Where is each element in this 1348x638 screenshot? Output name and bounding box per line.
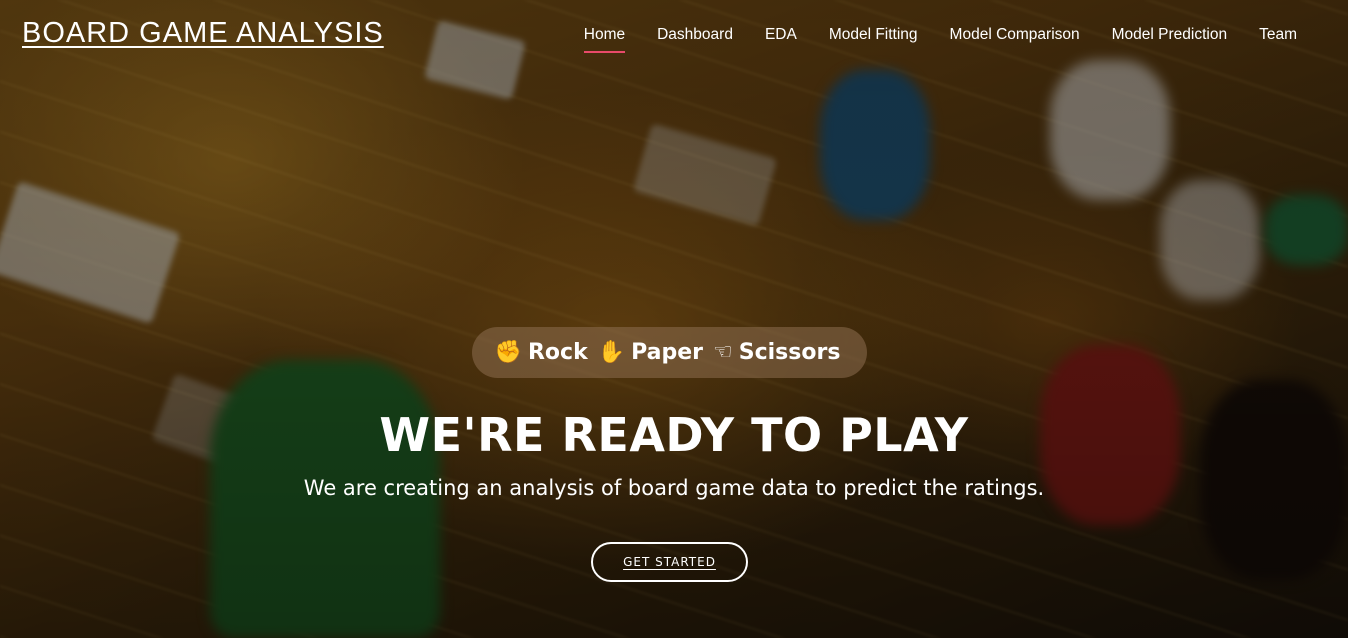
nav-item-model-fitting[interactable]: Model Fitting [813,26,934,44]
nav-item-dashboard[interactable]: Dashboard [641,26,749,44]
badge-label-rock: Rock [527,340,588,365]
top-navbar: BOARD GAME ANALYSIS Home Dashboard EDA M… [0,0,1348,70]
nav-item-team[interactable]: Team [1243,26,1313,44]
main-nav: Home Dashboard EDA Model Fitting Model C… [568,26,1313,53]
get-started-button[interactable]: GET STARTED [591,542,748,582]
rock-paper-scissors-badge: ✊ Rock ✋ Paper ☜ Scissors [472,327,867,378]
badge-label-scissors: Scissors [738,340,841,365]
badge-label-paper: Paper [631,340,704,365]
pointing-hand-icon: ☜ [713,340,733,365]
nav-item-model-prediction[interactable]: Model Prediction [1096,26,1243,44]
site-brand-link[interactable]: BOARD GAME ANALYSIS [22,17,384,50]
nav-item-model-comparison[interactable]: Model Comparison [934,26,1096,44]
nav-item-home[interactable]: Home [568,26,641,53]
raised-hand-icon: ✋ [597,340,626,365]
hero-section: BOARD GAME ANALYSIS Home Dashboard EDA M… [0,0,1348,638]
nav-item-eda[interactable]: EDA [749,26,813,44]
hero-subtitle: We are creating an analysis of board gam… [303,476,1045,500]
fist-icon: ✊ [494,340,522,365]
hero-title: WE'RE READY TO PLAY [379,408,969,462]
